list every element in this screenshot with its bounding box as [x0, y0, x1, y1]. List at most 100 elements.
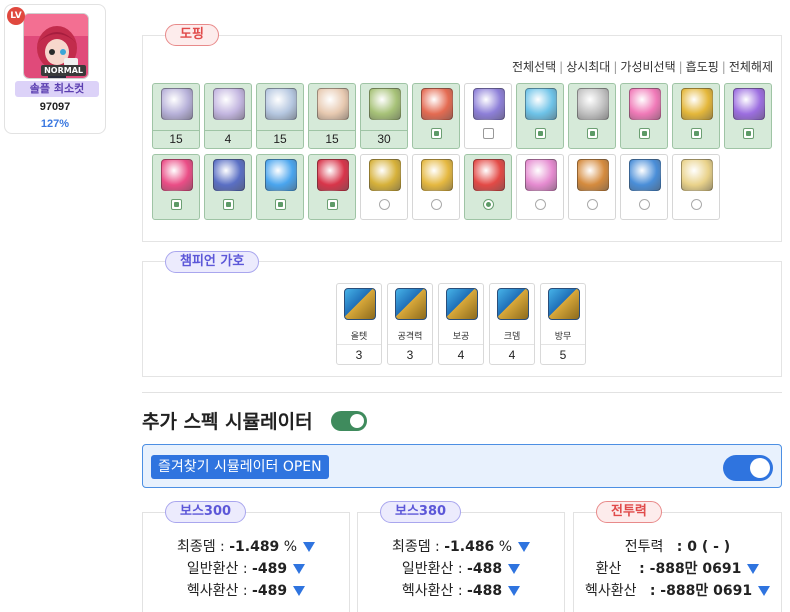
doping-item[interactable] [360, 154, 408, 220]
boss380-hexa: 헥사환산 : -488 [358, 580, 564, 600]
champion-value[interactable]: 3 [337, 344, 381, 365]
hexa-conversion-value: : -888만 0691 [649, 583, 753, 599]
doping-item[interactable]: 15 [152, 83, 200, 149]
doping-item[interactable] [204, 154, 252, 220]
champion-item[interactable]: 보공 4 [438, 283, 484, 365]
boss300-general: 일반환산 : -489 [143, 558, 349, 578]
champion-item[interactable]: 올텟 3 [336, 283, 382, 365]
doping-item[interactable] [620, 154, 668, 220]
doping-item[interactable] [308, 154, 356, 220]
doping-radio[interactable] [691, 199, 702, 210]
champion-label: 공격력 [397, 332, 423, 342]
final-damage-label: 최종뎀 : [391, 539, 440, 555]
vip-icon [317, 159, 349, 191]
silver-ring-icon [577, 88, 609, 120]
doping-radio[interactable] [535, 199, 546, 210]
doping-count[interactable]: 15 [309, 130, 355, 148]
doping-item[interactable] [672, 154, 720, 220]
doping-checkbox[interactable] [275, 199, 286, 210]
champion-value[interactable]: 3 [388, 344, 432, 365]
doping-checkbox[interactable] [327, 199, 338, 210]
doping-radio[interactable] [483, 199, 494, 210]
doping-quick-links: 전체선택 | 상시최대 | 가성비선택 | 흡도핑 | 전체해제 [511, 60, 773, 74]
fish-bread-icon [577, 159, 609, 191]
combat-power-row: 전투력 : 0 ( - ) [574, 536, 781, 556]
milk-bottle-icon [681, 159, 713, 191]
cost-effective-link[interactable]: 가성비선택 [620, 60, 675, 74]
percent-unit: % [498, 539, 513, 555]
spec-simulator-toggle[interactable] [331, 411, 367, 431]
red-cross-icon [473, 159, 505, 191]
champion-knight-icon [548, 288, 580, 320]
red-orb-icon [421, 88, 453, 120]
doping-item[interactable] [464, 154, 512, 220]
percent-unit: % [283, 539, 298, 555]
favorite-simulator-open-button[interactable]: 즐겨찾기 시뮬레이터 OPEN [151, 455, 329, 479]
deselect-all-link[interactable]: 전체해제 [729, 60, 773, 74]
doping-item[interactable] [568, 154, 616, 220]
doping-radio[interactable] [431, 199, 442, 210]
doping-item[interactable] [412, 154, 460, 220]
exp-coupon-icon [265, 88, 297, 120]
champion-title: 챔피언 가호 [165, 251, 260, 273]
pink-union-icon [629, 88, 661, 120]
doping-item[interactable]: 4 [204, 83, 252, 149]
avatar-normal-label: NORMAL [41, 65, 86, 76]
doping-count[interactable]: 15 [257, 130, 303, 148]
doping-item[interactable] [672, 83, 720, 149]
doping-checkbox[interactable] [535, 128, 546, 139]
doping-item[interactable] [152, 154, 200, 220]
boss300-hexa: 헥사환산 : -489 [143, 580, 349, 600]
doping-item[interactable]: 15 [256, 83, 304, 149]
absorb-doping-link[interactable]: 흡도핑 [686, 60, 719, 74]
select-all-link[interactable]: 전체선택 [512, 60, 556, 74]
final-damage-label: 최종뎀 : [176, 539, 225, 555]
champion-label: 방무 [554, 332, 572, 342]
champion-value[interactable]: 4 [490, 344, 534, 365]
champion-item[interactable]: 공격력 3 [387, 283, 433, 365]
doping-item[interactable] [724, 83, 772, 149]
exp-coupon-icon [213, 88, 245, 120]
gold-box-icon [681, 88, 713, 120]
doping-checkbox[interactable] [223, 199, 234, 210]
doping-item[interactable] [464, 83, 512, 149]
doping-count[interactable]: 4 [205, 130, 251, 148]
candy-icon [525, 159, 557, 191]
gift-box-icon [733, 88, 765, 120]
champion-item[interactable]: 방무 5 [540, 283, 586, 365]
doping-item[interactable] [620, 83, 668, 149]
champion-value[interactable]: 5 [541, 344, 585, 365]
doping-item[interactable]: 30 [360, 83, 408, 149]
doping-count[interactable]: 30 [361, 130, 407, 148]
doping-checkbox[interactable] [587, 128, 598, 139]
doping-checkbox[interactable] [431, 128, 442, 139]
doping-checkbox[interactable] [691, 128, 702, 139]
champion-value[interactable]: 4 [439, 344, 483, 365]
doping-radio[interactable] [639, 199, 650, 210]
doping-item[interactable] [412, 83, 460, 149]
doping-radio[interactable] [587, 199, 598, 210]
doping-checkbox[interactable] [639, 128, 650, 139]
doping-checkbox[interactable] [483, 128, 494, 139]
doping-item[interactable] [568, 83, 616, 149]
doping-radio[interactable] [379, 199, 390, 210]
favorite-simulator-toggle[interactable] [723, 455, 773, 481]
doping-item[interactable] [516, 83, 564, 149]
conversion-label: 환산 [595, 561, 622, 577]
doping-count[interactable]: 15 [153, 130, 199, 148]
combat-power-label: 전투력 [624, 539, 664, 555]
doping-item[interactable] [516, 154, 564, 220]
always-max-link[interactable]: 상시최대 [566, 60, 610, 74]
character-card[interactable]: LV NORMAL 솔플 최소컷 97097 127% [4, 4, 106, 134]
hexa-conversion-row: 헥사환산 : -888만 0691 [574, 580, 781, 600]
gold-leaf-icon [369, 159, 401, 191]
champion-label: 보공 [452, 332, 470, 342]
champion-knight-icon [344, 288, 376, 320]
hexa-conversion-value: -488 [467, 583, 503, 599]
doping-item[interactable]: 15 [308, 83, 356, 149]
doping-checkbox[interactable] [743, 128, 754, 139]
potion-explosion-icon [317, 88, 349, 120]
doping-checkbox[interactable] [171, 199, 182, 210]
doping-item[interactable] [256, 154, 304, 220]
champion-item[interactable]: 크뎀 4 [489, 283, 535, 365]
